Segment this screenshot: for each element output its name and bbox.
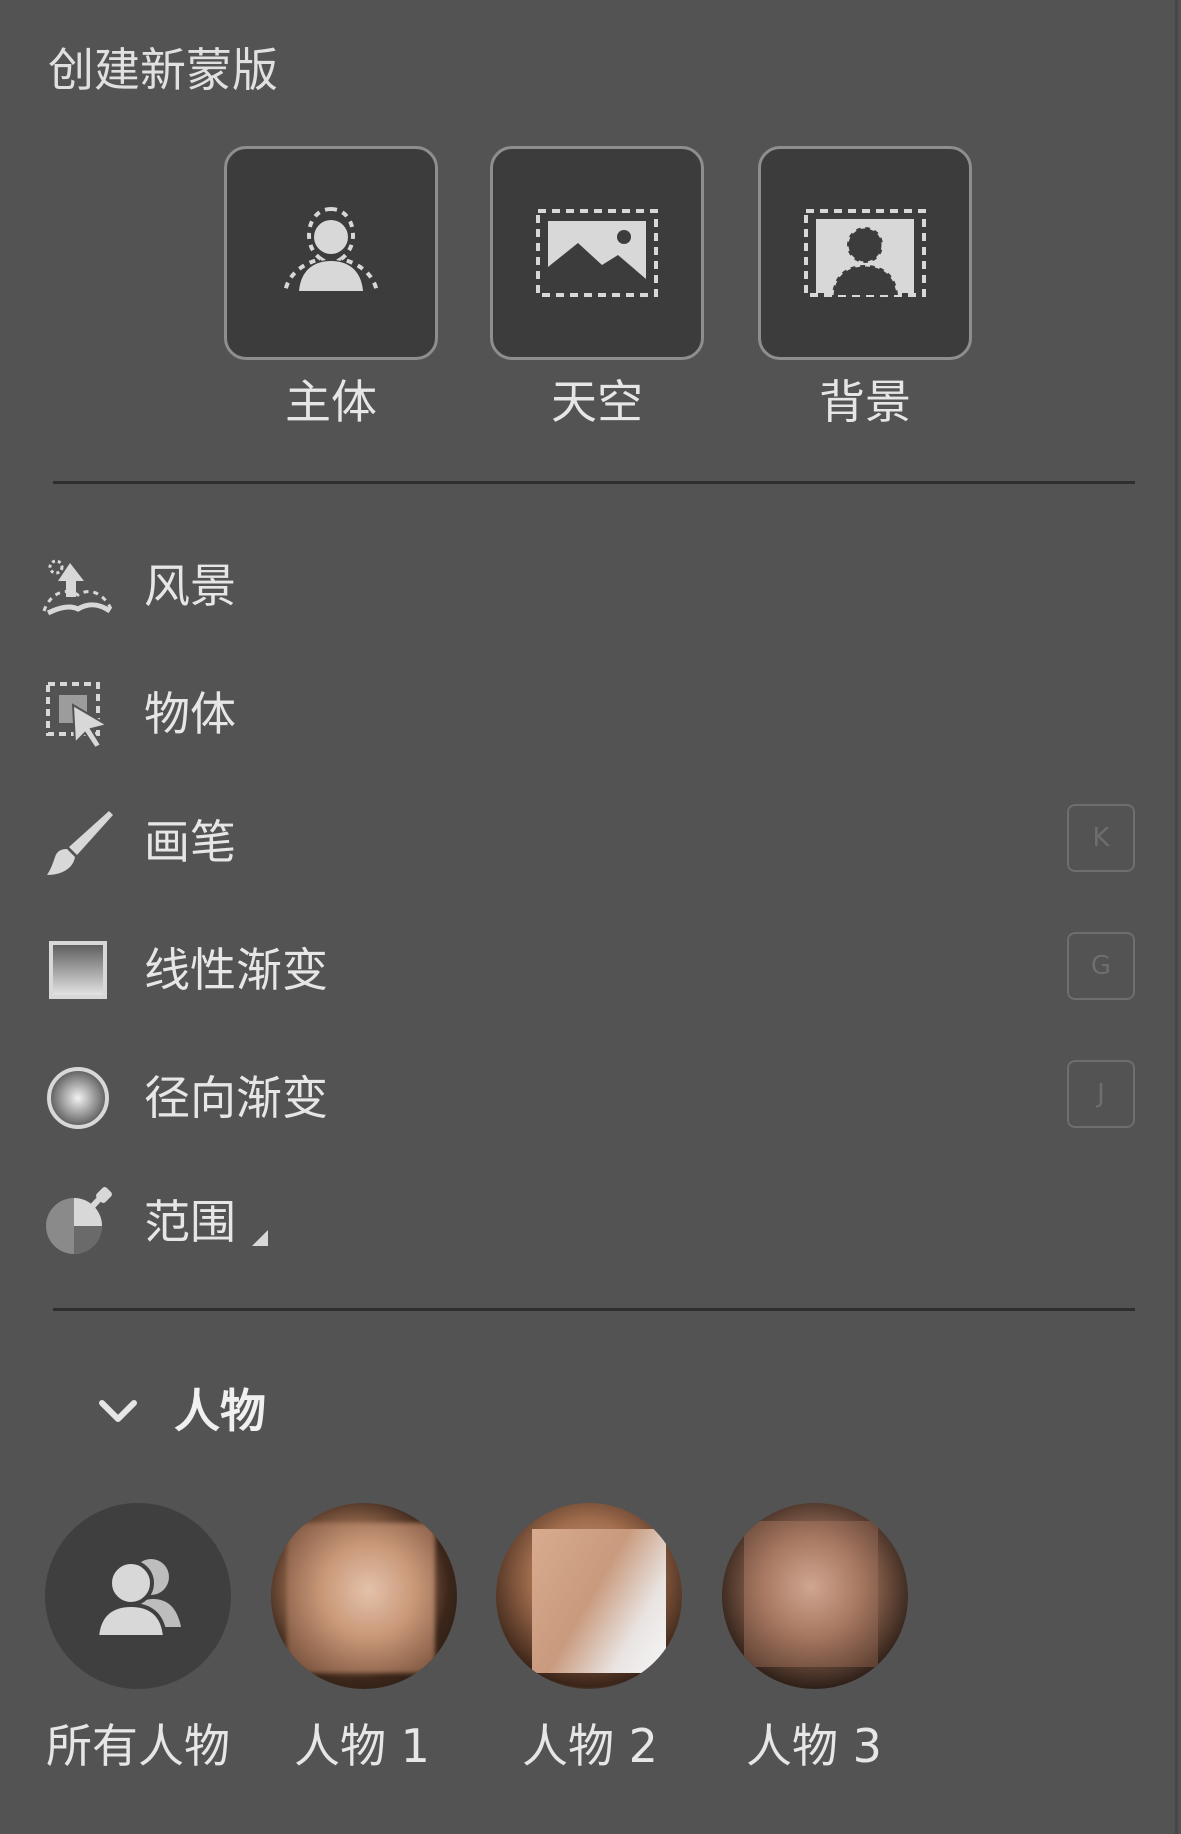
tool-label: 画笔: [144, 815, 236, 869]
background-mask-label: 背景: [819, 375, 911, 429]
person-1-label: 人物 1: [294, 1719, 430, 1773]
all-people-label: 所有人物: [46, 1719, 230, 1773]
landscape-icon: [40, 548, 116, 624]
chevron-down-icon: [99, 1400, 137, 1422]
person-3-label: 人物 3: [746, 1719, 882, 1773]
background-mask-button[interactable]: [758, 146, 972, 360]
person-2-thumbnail[interactable]: [496, 1503, 682, 1689]
blurred-face: [532, 1529, 666, 1673]
tool-label: 线性渐变: [144, 943, 328, 997]
all-people-icon: [94, 1559, 181, 1639]
sky-mask-label: 天空: [551, 375, 643, 429]
tool-range[interactable]: 范围: [40, 1184, 1140, 1280]
tool-landscape[interactable]: 风景: [40, 548, 1140, 644]
subject-mask-label: 主体: [285, 375, 377, 429]
background-icon: [804, 209, 926, 297]
tool-label: 物体: [144, 687, 236, 741]
people-group-label: 人物: [174, 1384, 266, 1438]
object-select-icon: [40, 676, 116, 752]
shortcut-key-badge: K: [1067, 804, 1135, 872]
mask-panel: 创建新蒙版 主体 天空 背景 风景 物体 画笔 K 线性渐变 G 径向渐变 J …: [0, 0, 1178, 1834]
divider: [53, 1308, 1135, 1311]
person-3-thumbnail[interactable]: [722, 1503, 908, 1689]
tool-brush[interactable]: 画笔 K: [40, 804, 1140, 900]
blurred-face: [287, 1523, 435, 1673]
tool-radial-gradient[interactable]: 径向渐变 J: [40, 1060, 1140, 1156]
tool-label: 风景: [144, 559, 236, 613]
sky-icon: [536, 209, 658, 297]
section-title: 创建新蒙版: [48, 43, 278, 97]
subject-mask-button[interactable]: [224, 146, 438, 360]
blurred-face: [744, 1521, 878, 1667]
shortcut-key-badge: J: [1067, 1060, 1135, 1128]
shortcut-key-badge: G: [1067, 932, 1135, 1000]
linear-gradient-icon: [40, 932, 116, 1008]
flyout-triangle-icon[interactable]: [252, 1230, 268, 1246]
range-icon: [40, 1184, 116, 1260]
all-people-button[interactable]: [45, 1503, 231, 1689]
divider: [53, 481, 1135, 484]
sky-mask-button[interactable]: [490, 146, 704, 360]
person-1-thumbnail[interactable]: [271, 1503, 457, 1689]
subject-icon: [283, 207, 379, 294]
tool-linear-gradient[interactable]: 线性渐变 G: [40, 932, 1140, 1028]
radial-gradient-icon: [40, 1060, 116, 1136]
person-2-label: 人物 2: [522, 1719, 658, 1773]
people-group-header[interactable]: 人物: [96, 1377, 496, 1447]
tool-label: 范围: [144, 1195, 236, 1249]
tool-object[interactable]: 物体: [40, 676, 1140, 772]
tool-label: 径向渐变: [144, 1071, 328, 1125]
brush-icon: [40, 804, 116, 880]
